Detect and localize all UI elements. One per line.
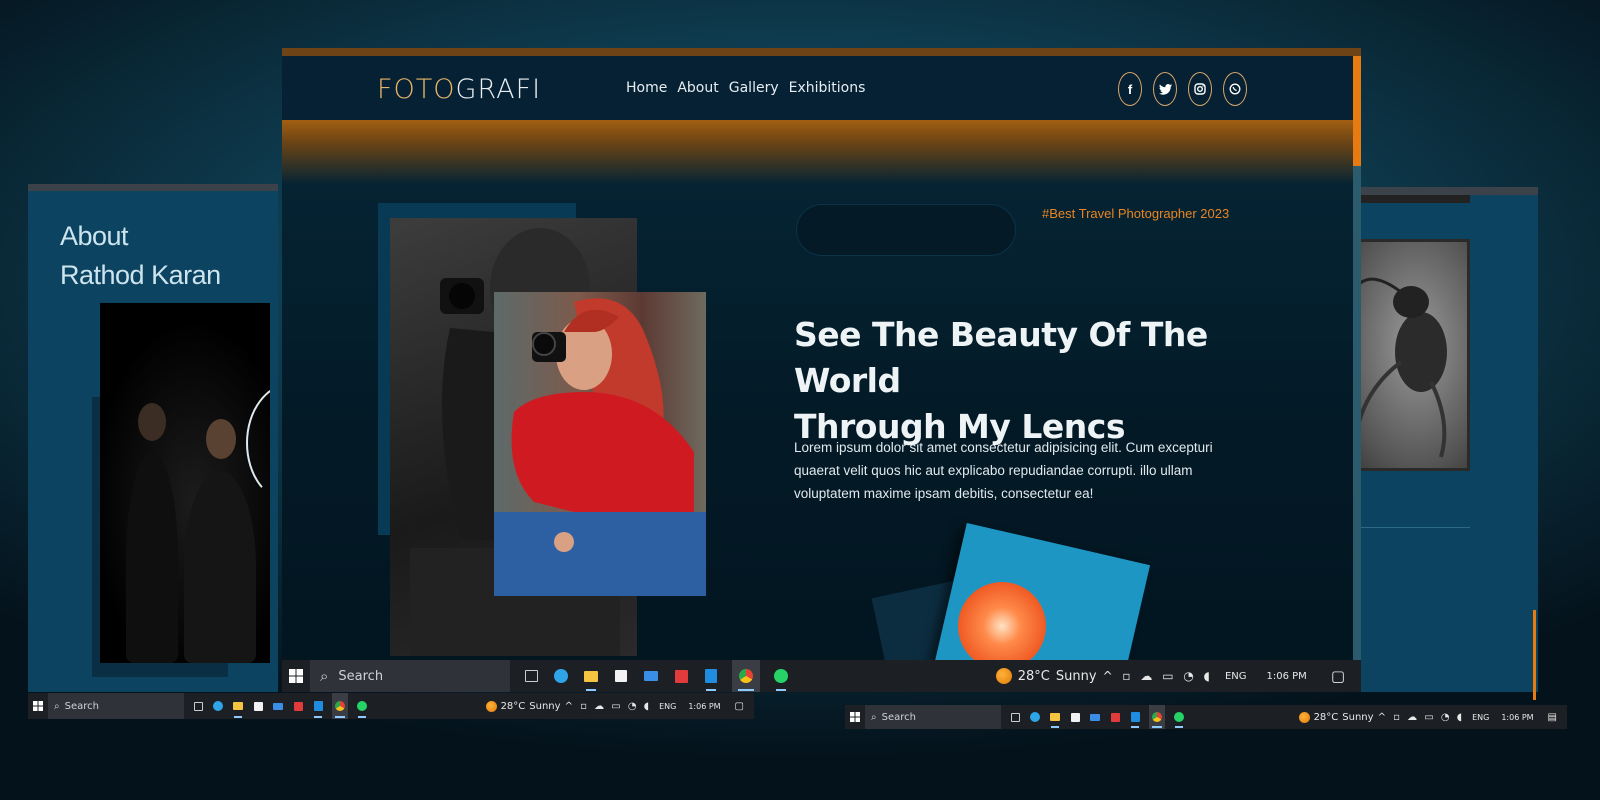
file-explorer-icon[interactable]: [1049, 705, 1061, 729]
recorder-icon[interactable]: [1109, 705, 1121, 729]
clock[interactable]: 1:06 PM: [688, 702, 720, 711]
recorder-icon[interactable]: [672, 660, 690, 692]
photographer-image-front: [494, 292, 706, 596]
file-explorer-icon[interactable]: [232, 693, 244, 719]
weather-sun-icon: [485, 700, 497, 712]
logo-part1: FOTO: [377, 74, 456, 105]
notifications-icon[interactable]: ▤: [1548, 712, 1557, 723]
windows-icon: [33, 701, 43, 711]
nav-menu: Home About Gallery Exhibitions: [626, 80, 865, 96]
file-explorer-icon[interactable]: [582, 660, 600, 692]
search-icon: ⌕: [54, 700, 60, 712]
nav-gallery[interactable]: Gallery: [729, 80, 779, 96]
notifications-icon[interactable]: ▢: [735, 701, 744, 712]
left-taskbar: ⌕ Search 28°C Sunny ^ ▫ ☁ ▭ ◔ ◖ ENG 1:06…: [28, 693, 754, 719]
logo-part2: GRAFI: [455, 74, 542, 105]
whatsapp-app-icon[interactable]: [356, 693, 368, 719]
about-heading: About Rathod Karan: [60, 217, 221, 295]
search-label: Search: [64, 700, 99, 712]
headline-line1: See The Beauty Of The World: [794, 315, 1208, 400]
hero-headline: See The Beauty Of The World Through My L…: [794, 312, 1314, 450]
about-window: About Rathod Karan: [28, 184, 278, 692]
mail-icon[interactable]: [272, 693, 284, 719]
twitter-icon[interactable]: [1153, 72, 1177, 106]
store-icon[interactable]: [612, 660, 630, 692]
tray-icons[interactable]: ^ ▫ ☁ ▭ ◔ ◖: [565, 701, 652, 712]
task-view-icon[interactable]: [522, 660, 540, 692]
notifications-icon[interactable]: ▢: [1331, 667, 1345, 685]
about-title: About: [60, 221, 129, 251]
task-view-icon[interactable]: [192, 693, 204, 719]
about-name: Rathod Karan: [60, 260, 221, 290]
recorder-icon[interactable]: [292, 693, 304, 719]
taskbar-search[interactable]: ⌕ Search: [865, 705, 1001, 729]
site-navbar: FOTOGRAFI Home About Gallery Exhibitions…: [282, 56, 1353, 120]
store-icon[interactable]: [1069, 705, 1081, 729]
task-view-icon[interactable]: [1009, 705, 1021, 729]
weather-text: Sunny: [529, 700, 561, 712]
taskbar-search[interactable]: ⌕ Search: [48, 693, 184, 719]
clock[interactable]: 1:06 PM: [1501, 713, 1533, 722]
search-pill[interactable]: [796, 204, 1016, 256]
chrome-icon[interactable]: [732, 660, 760, 692]
award-tag: #Best Travel Photographer 2023: [1042, 206, 1230, 221]
weather-sun-icon: [995, 668, 1012, 684]
weather-text: Sunny: [1342, 711, 1374, 723]
search-icon: ⌕: [320, 667, 329, 685]
language[interactable]: ENG: [1472, 713, 1489, 722]
start-button[interactable]: [28, 693, 48, 719]
search-label: Search: [881, 711, 916, 723]
weather-text: Sunny: [1055, 668, 1097, 684]
search-label: Search: [338, 668, 384, 684]
vscode-icon[interactable]: [1129, 705, 1141, 729]
nav-about[interactable]: About: [677, 80, 718, 96]
windows-icon: [289, 669, 303, 683]
about-photo: [100, 303, 270, 663]
scroll-accent: [1533, 610, 1536, 700]
store-icon[interactable]: [252, 693, 264, 719]
right-taskbar: ⌕ Search 28°C Sunny ^ ▫ ☁ ▭ ◔ ◖ ENG 1:06…: [845, 705, 1567, 729]
site-logo[interactable]: FOTOGRAFI: [377, 74, 541, 105]
search-icon: ⌕: [871, 711, 877, 723]
vscode-icon[interactable]: [702, 660, 720, 692]
windows-icon: [850, 712, 860, 722]
whatsapp-app-icon[interactable]: [772, 660, 790, 692]
facebook-icon[interactable]: f: [1118, 72, 1142, 106]
temperature: 28°C: [1313, 711, 1339, 723]
edge-icon[interactable]: [552, 660, 570, 692]
gallery-window: [1330, 187, 1538, 700]
scrollbar-track[interactable]: [1353, 166, 1361, 666]
edge-icon[interactable]: [212, 693, 224, 719]
weather-sun-icon: [1298, 711, 1310, 723]
mail-icon[interactable]: [1089, 705, 1101, 729]
chrome-icon[interactable]: [332, 693, 348, 719]
start-button[interactable]: [845, 705, 865, 729]
temperature: 28°C: [1017, 668, 1050, 684]
mail-icon[interactable]: [642, 660, 660, 692]
chrome-icon[interactable]: [1149, 705, 1165, 729]
language[interactable]: ENG: [1225, 671, 1247, 682]
main-taskbar: ⌕ Search 28°C Sunny ^ ▫ ☁ ▭ ◔ ◖ ENG 1:06…: [282, 660, 1361, 692]
hero-paragraph: Lorem ipsum dolor sit amet consectetur a…: [794, 440, 1213, 501]
deco-card-blue: [929, 522, 1151, 680]
nav-exhibitions[interactable]: Exhibitions: [789, 80, 866, 96]
edge-icon[interactable]: [1029, 705, 1041, 729]
nav-home[interactable]: Home: [626, 80, 667, 96]
tray-icons[interactable]: ^ ▫ ☁ ▭ ◔ ◖: [1103, 669, 1213, 683]
instagram-icon[interactable]: [1188, 72, 1212, 106]
whatsapp-app-icon[interactable]: [1173, 705, 1185, 729]
whatsapp-icon[interactable]: [1223, 72, 1247, 106]
nav-glow: [282, 120, 1353, 184]
tray-icons[interactable]: ^ ▫ ☁ ▭ ◔ ◖: [1378, 712, 1465, 723]
scrollbar-thumb[interactable]: [1353, 56, 1361, 166]
vscode-icon[interactable]: [312, 693, 324, 719]
temperature: 28°C: [500, 700, 526, 712]
orange-slice-image: [958, 582, 1046, 670]
language[interactable]: ENG: [659, 702, 676, 711]
main-browser-window: FOTOGRAFI Home About Gallery Exhibitions…: [282, 48, 1361, 680]
start-button[interactable]: [282, 660, 310, 692]
taskbar-search[interactable]: ⌕ Search: [310, 660, 510, 692]
social-links: f: [1118, 72, 1247, 106]
clock[interactable]: 1:06 PM: [1267, 671, 1307, 682]
